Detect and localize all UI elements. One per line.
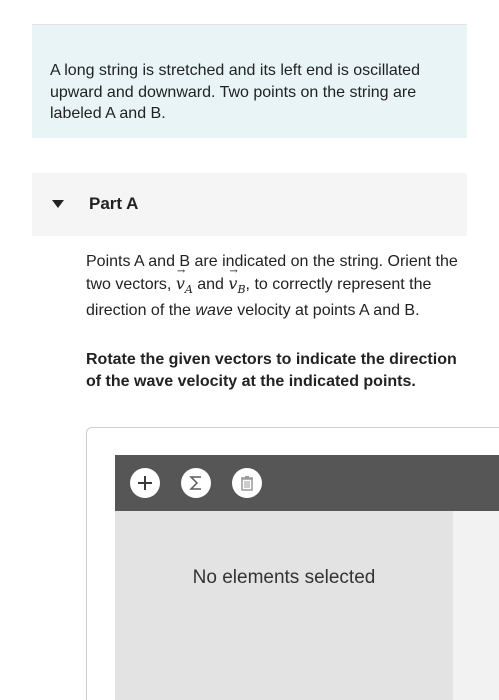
selection-status: No elements selected [192,567,376,588]
vector-b-label: → vB [228,265,246,296]
add-icon [138,476,152,490]
vector-arrow-icon: → [176,265,186,277]
collapse-caret-icon[interactable] [52,200,64,208]
delete-button[interactable] [232,468,262,498]
vector-a-label: → vA [175,265,193,296]
drawing-canvas[interactable] [115,511,453,700]
sigma-icon [189,476,201,490]
sigma-button[interactable] [181,468,211,498]
question-text-4: velocity at points A and B. [232,302,420,320]
question-emphasis: wave [195,302,233,320]
part-title[interactable]: Part A [89,194,138,214]
side-panel [453,511,499,700]
question-text-2: and [192,275,229,293]
intro-text: A long string is stretched and its left … [50,62,420,122]
instruction-text: Rotate the given vectors to indicate the… [86,351,457,390]
vector-arrow-icon: → [229,265,238,277]
trash-icon [241,476,253,491]
widget-toolbar [115,455,499,511]
question-text: Points A and B are indicated on the stri… [86,251,471,322]
add-button[interactable] [130,468,160,498]
